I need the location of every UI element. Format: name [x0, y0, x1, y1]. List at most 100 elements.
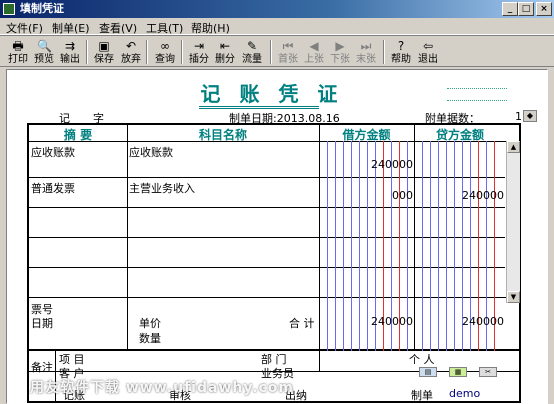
prev-voucher-button[interactable]: ◀ 上张 [302, 37, 326, 66]
next-voucher-label: 下张 [330, 54, 350, 65]
title-underline [199, 106, 319, 109]
total-debit: 240000 [371, 315, 413, 328]
export-button[interactable]: ⇉ 输出 [58, 37, 82, 66]
save-label: 保存 [94, 54, 114, 65]
toolbar-separator [146, 40, 148, 64]
app-icon [3, 3, 15, 15]
row-divider [29, 267, 505, 268]
attachments-count[interactable]: 1 [515, 110, 522, 123]
menu-tools[interactable]: 工具(T) [146, 20, 183, 36]
scroll-up-icon[interactable]: ▲ [507, 141, 520, 153]
export-label: 输出 [60, 54, 80, 65]
col-divider [414, 125, 415, 351]
quantity-label: 数量 [139, 332, 161, 345]
delete-row-icon: ⇤ [219, 39, 231, 53]
first-voucher-label: 首张 [278, 54, 298, 65]
minimize-button[interactable]: _ [502, 2, 518, 16]
print-label: 打印 [8, 54, 28, 65]
date-label: 日期 [31, 317, 53, 330]
total-credit: 240000 [462, 315, 504, 328]
row-divider [29, 177, 505, 178]
print-button[interactable]: 🖶 打印 [6, 37, 30, 66]
cashflow-label: 流量 [242, 54, 262, 65]
prev-voucher-label: 上张 [304, 54, 324, 65]
menu-bar: 文件(F) 制单(E) 查看(V) 工具(T) 帮助(H) [0, 18, 554, 35]
detail-icon[interactable]: ▤ [419, 367, 437, 377]
binoculars-icon: ∞ [160, 39, 170, 53]
col-divider [127, 125, 128, 351]
cashflow-icon: ✎ [246, 39, 258, 53]
preview-icon: 🔍 [37, 39, 52, 53]
row2-credit[interactable]: 240000 [424, 189, 504, 202]
toolbar-separator [86, 40, 88, 64]
row2-summary[interactable]: 普通发票 [31, 180, 75, 196]
note-icon[interactable]: ▦ [449, 367, 467, 377]
row2-debit[interactable]: 000 [329, 189, 413, 202]
watermark: 用友软件下载 www.ufidawhy.com [30, 380, 294, 396]
menu-help[interactable]: 帮助(H) [191, 20, 230, 36]
first-voucher-button[interactable]: ⏮ 首张 [276, 37, 300, 66]
toolbar-separator [383, 40, 385, 64]
row-divider [29, 237, 505, 238]
unit-price-label: 单价 [139, 317, 161, 330]
attachment-icon[interactable]: ◆ [523, 110, 537, 122]
preview-label: 预览 [34, 54, 54, 65]
row2-account[interactable]: 主营业务收入 [129, 180, 195, 196]
toolbar-separator [181, 40, 183, 64]
row-divider [29, 297, 519, 298]
insert-row-icon: ⇥ [193, 39, 205, 53]
voucher-grid: 摘 要 科目名称 借方金额 贷方金额 应收账款 应收账款 240000 普通发票… [27, 123, 521, 403]
person-label: 个 人 [409, 353, 435, 366]
row1-summary[interactable]: 应收账款 [31, 144, 75, 160]
last-voucher-label: 末张 [356, 54, 376, 65]
menu-file[interactable]: 文件(F) [6, 20, 43, 36]
header-debit: 借方金额 [342, 128, 391, 142]
maximize-button[interactable]: □ [518, 2, 534, 16]
toolbar-separator [270, 40, 272, 64]
delete-row-button[interactable]: ⇤ 删分 [213, 37, 237, 66]
scroll-down-icon[interactable]: ▼ [507, 291, 520, 303]
cashflow-button[interactable]: ✎ 流量 [240, 37, 264, 66]
help-button[interactable]: ? 帮助 [389, 37, 413, 66]
window-title-bar: 填制凭证 _ □ × [0, 0, 554, 18]
first-icon: ⏮ [282, 39, 294, 53]
insert-row-button[interactable]: ⇥ 插分 [187, 37, 211, 66]
close-button[interactable]: × [536, 2, 552, 16]
next-icon: ▶ [335, 39, 345, 53]
query-button[interactable]: ∞ 查询 [153, 37, 177, 66]
exit-icon: ⇦ [422, 39, 434, 53]
grid-scrollbar[interactable]: ▲ ▼ [506, 141, 520, 303]
row1-account[interactable]: 应收账款 [129, 144, 173, 160]
header-account: 科目名称 [198, 128, 247, 142]
preview-button[interactable]: 🔍 预览 [32, 37, 56, 66]
undo-icon: ↶ [125, 39, 137, 53]
menu-view[interactable]: 查看(V) [99, 20, 137, 36]
window-title: 填制凭证 [20, 2, 64, 15]
last-voucher-button[interactable]: ⏭ 末张 [354, 37, 378, 66]
remark-label: 备注 [31, 361, 53, 374]
query-label: 查询 [155, 54, 175, 65]
row1-debit[interactable]: 240000 [329, 158, 413, 171]
row-divider [29, 207, 505, 208]
col-divider [319, 125, 320, 371]
exit-label: 退出 [418, 54, 438, 65]
header-summary: 摘 要 [63, 128, 93, 142]
discard-button[interactable]: ↶ 放弃 [119, 37, 143, 66]
voucher-panel: 记 账 凭 证 记 字 制单日期:2013.08.16 附单据数： 1 ◆ 摘 … [6, 69, 548, 404]
tool-icon[interactable]: ✂ [479, 367, 497, 377]
printer-icon: 🖶 [12, 39, 24, 53]
save-button[interactable]: ▣ 保存 [92, 37, 116, 66]
next-voucher-button[interactable]: ▶ 下张 [328, 37, 352, 66]
help-icon: ? [397, 39, 405, 53]
dotted-line [447, 88, 507, 89]
save-icon: ▣ [98, 39, 110, 53]
insert-row-label: 插分 [189, 54, 209, 65]
prev-icon: ◀ [309, 39, 319, 53]
discard-label: 放弃 [121, 54, 141, 65]
menu-voucher[interactable]: 制单(E) [52, 20, 90, 36]
voucher-title: 记 账 凭 证 [200, 82, 344, 106]
exit-button[interactable]: ⇦ 退出 [416, 37, 440, 66]
dotted-line [447, 100, 507, 101]
last-icon: ⏭ [360, 39, 372, 53]
help-label: 帮助 [391, 54, 411, 65]
